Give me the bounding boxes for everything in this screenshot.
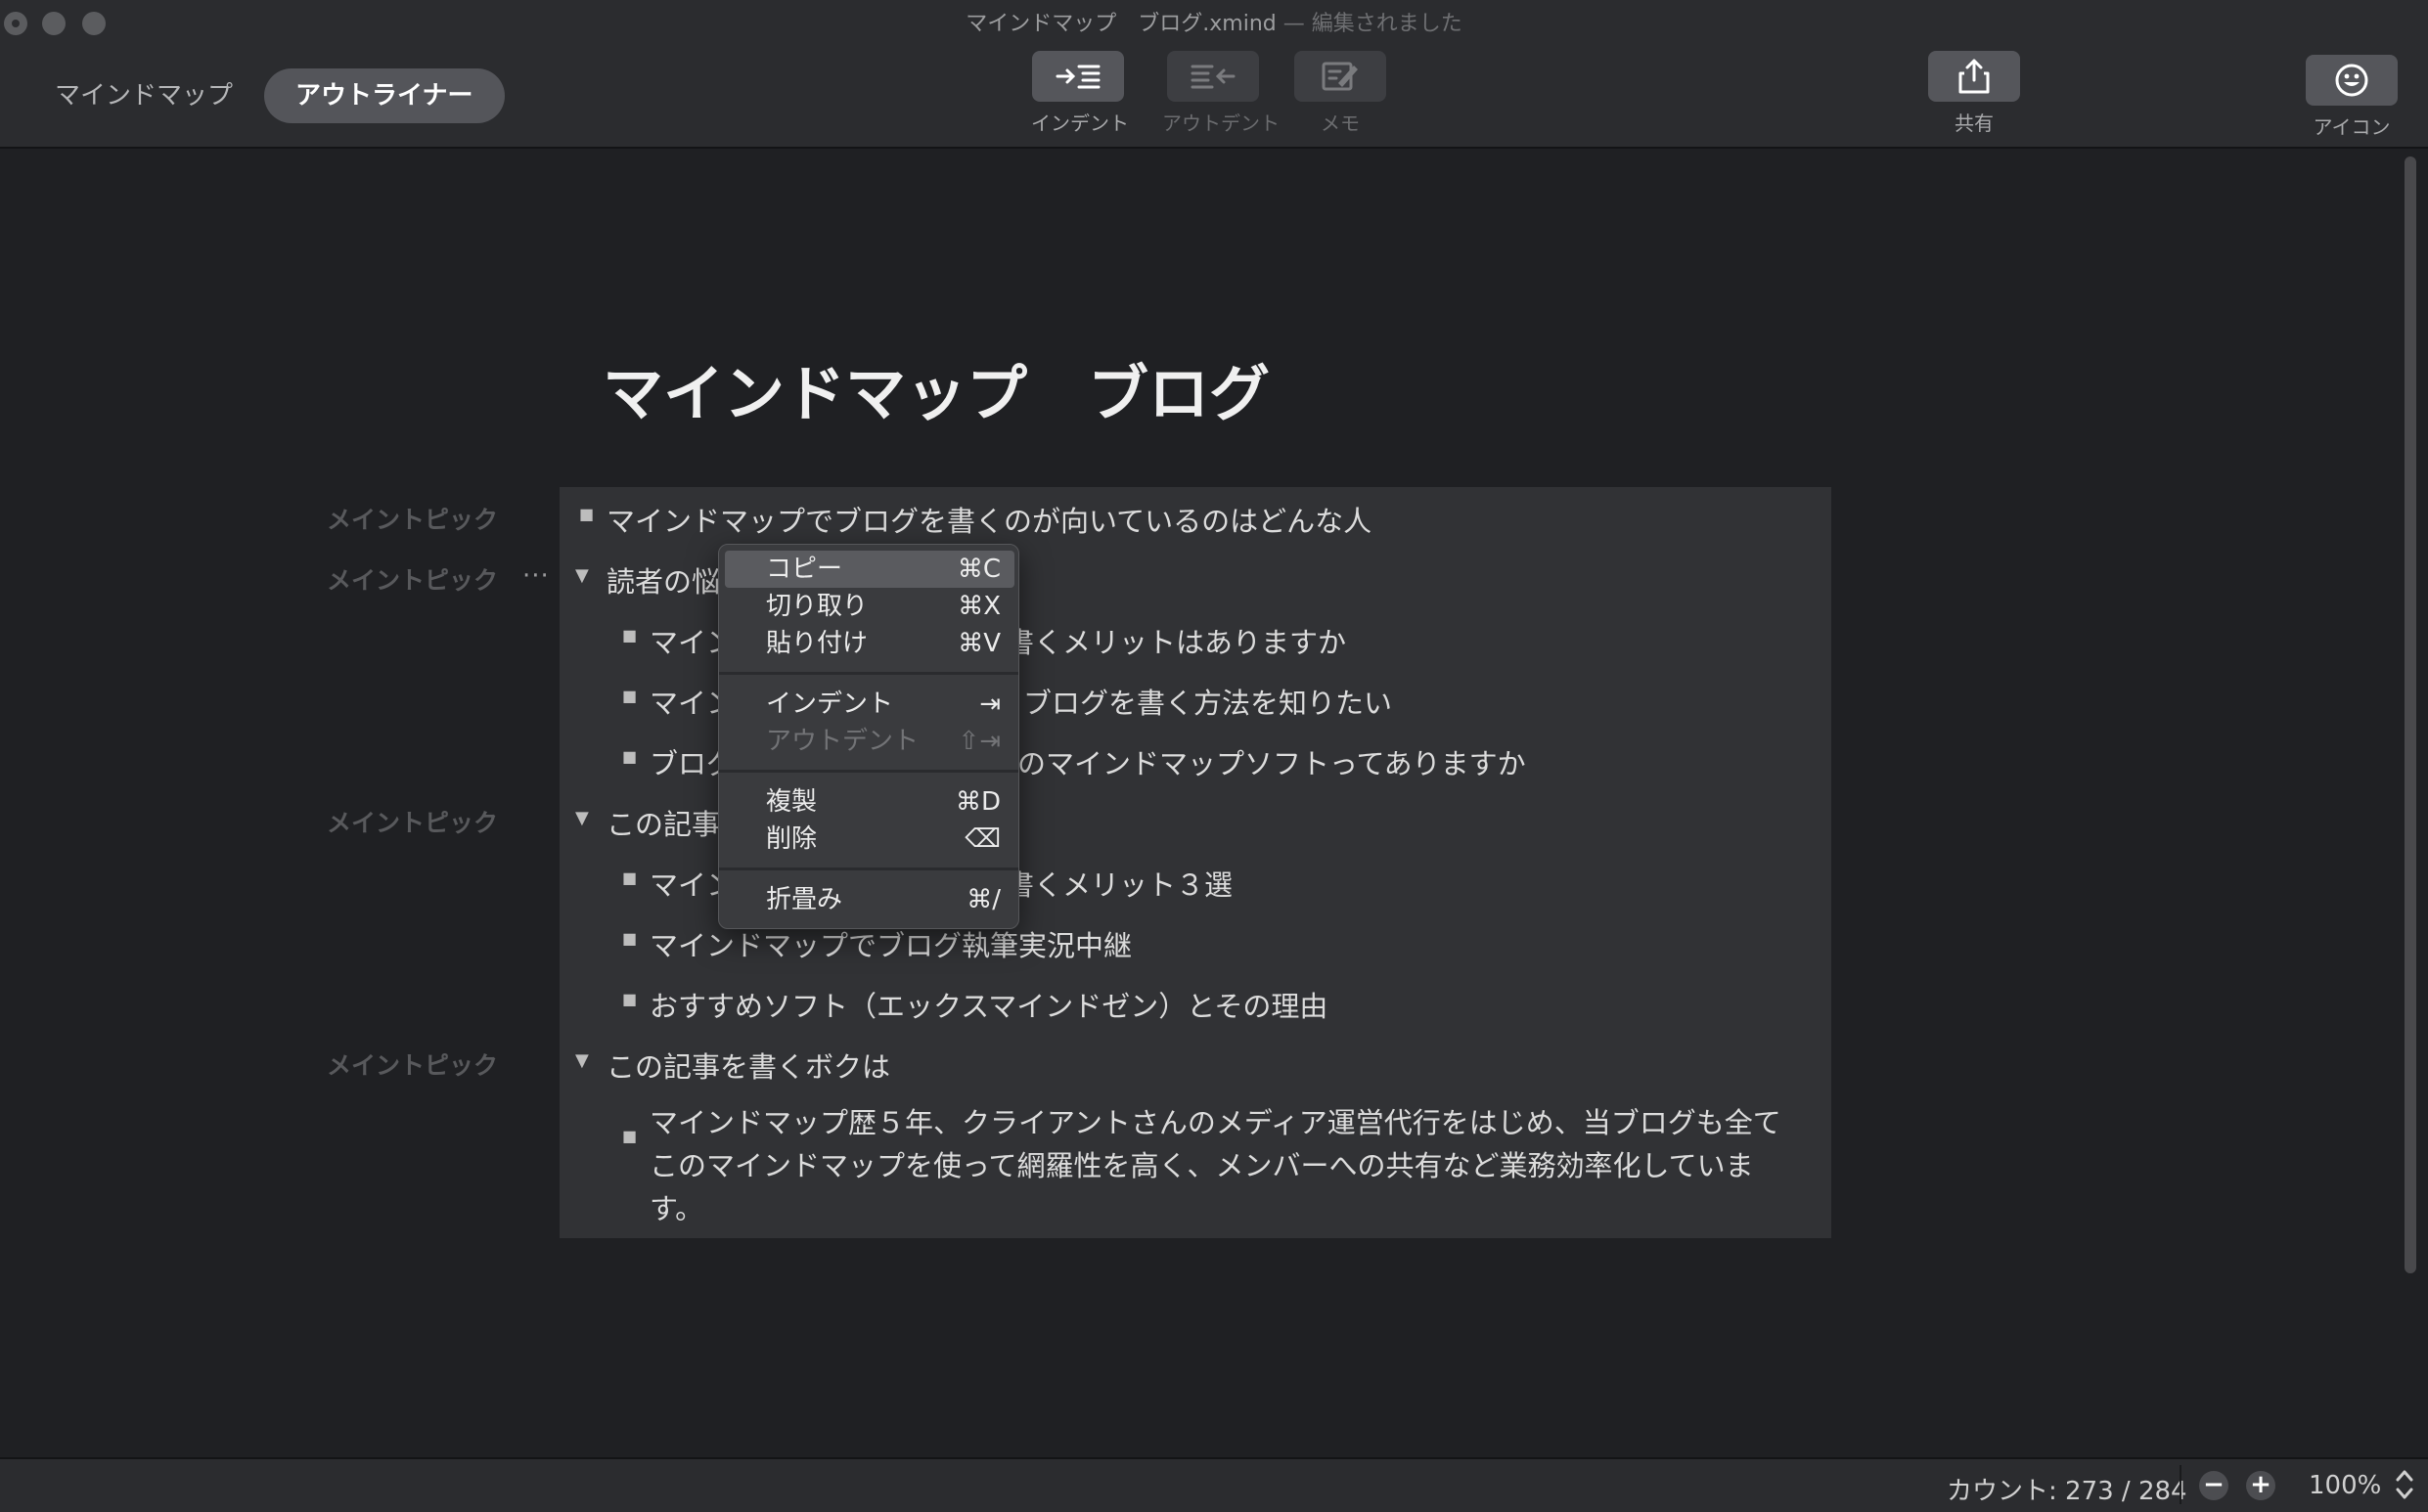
bullet-icon: ■ — [622, 929, 638, 948]
outdent-label: アウトデント — [1162, 111, 1280, 135]
menu-shortcut: ⌘X — [958, 592, 1001, 621]
row-text: おすすめソフト（エックスマインドゼン）とその理由 — [650, 990, 1328, 1023]
menu-item-label: 削除 — [766, 824, 818, 854]
file-name: マインドマップ ブログ.xmind — [966, 12, 1277, 36]
word-count: カウント: 273 / 284 — [1947, 1477, 2187, 1506]
document-title[interactable]: マインドマップ ブログ — [603, 344, 1270, 432]
menu-item-paste[interactable]: 貼り付け ⌘V — [725, 625, 1014, 662]
menu-item-indent[interactable]: インデント ⇥ — [725, 686, 1014, 723]
row-text: この記事 — [607, 808, 721, 841]
status-divider — [2180, 1465, 2181, 1504]
list-item[interactable]: ▼ この記事を書くボクは — [575, 1045, 891, 1086]
list-item[interactable]: ■ マインドマップでブログを書くのが向いているのはどんな人 — [579, 499, 1372, 540]
title-bar: マインドマップ ブログ.xmind — 編集されました マインドマップ アウトラ… — [0, 0, 2428, 149]
indent-label: インデント — [1031, 111, 1129, 135]
list-item[interactable]: ■ マインドマップ歴５年、クライアントさんのメディア運営代行をはじめ、当ブログも… — [622, 1101, 1784, 1230]
row-text: マインドマップでブログを書くのが向いているのはどんな人 — [607, 505, 1372, 538]
edit-status: — 編集されました — [1282, 12, 1462, 36]
collapse-triangle-icon[interactable]: ▼ — [575, 1050, 589, 1071]
menu-shortcut: ⇧⇥ — [958, 727, 1001, 756]
list-item[interactable]: ▼ 読者の悩 — [575, 559, 721, 600]
list-item[interactable]: ■ マインドマップでブログ執筆実況中継 — [622, 923, 1133, 964]
zoom-level: 100% — [2309, 1471, 2382, 1500]
list-item[interactable]: ▼ この記事 — [575, 802, 721, 843]
share-button[interactable]: 共有 — [1927, 51, 2021, 136]
menu-separator — [719, 672, 1018, 675]
bullet-icon: ■ — [622, 747, 638, 766]
topic-label: メイントピック — [327, 1051, 499, 1080]
row-text-visible-part: のマインドマップソフトってありますか — [1017, 747, 1526, 780]
collapse-triangle-icon[interactable]: ▼ — [575, 565, 589, 586]
menu-item-label: 切り取り — [766, 592, 869, 621]
row-text: マインドマップでブログ執筆実況中継 — [650, 929, 1133, 962]
row-text: 読者の悩 — [607, 565, 721, 599]
menu-item-outdent: アウトデント ⇧⇥ — [725, 723, 1014, 760]
context-menu: コピー ⌘C 切り取り ⌘X 貼り付け ⌘V インデント ⇥ アウトデント ⇧⇥… — [718, 544, 1019, 929]
menu-separator — [719, 770, 1018, 773]
menu-shortcut: ⌘V — [958, 629, 1001, 658]
smiley-icon — [2335, 64, 2368, 97]
menu-shortcut: ⌘D — [955, 787, 1001, 817]
outdent-icon — [1191, 65, 1236, 89]
share-label: 共有 — [1955, 111, 1994, 135]
menu-item-cut[interactable]: 切り取り ⌘X — [725, 588, 1014, 625]
indent-icon — [1056, 65, 1101, 89]
menu-shortcut: ⇥ — [979, 689, 1001, 719]
zoom-out-button[interactable]: − — [2199, 1471, 2228, 1500]
bullet-icon: ■ — [622, 868, 638, 887]
topic-label: メイントピック — [327, 506, 499, 534]
zoom-stepper-icon[interactable] — [2393, 1465, 2416, 1504]
bullet-icon: ■ — [622, 626, 638, 645]
topic-label: メイントピック — [327, 809, 499, 837]
indent-button[interactable]: インデント — [1031, 51, 1129, 136]
menu-item-label: 貼り付け — [766, 629, 869, 658]
row-text: マインドマップ歴５年、クライアントさんのメディア運営代行をはじめ、当ブログも全て… — [650, 1106, 1781, 1225]
collapse-triangle-icon[interactable]: ▼ — [575, 808, 589, 828]
row-text: この記事を書くボクは — [607, 1050, 891, 1084]
outdent-button[interactable]: アウトデント — [1162, 51, 1280, 136]
memo-label: メモ — [1321, 111, 1360, 135]
row-text-visible-part: ブログを書く方法を知りたい — [1023, 687, 1393, 720]
menu-shortcut: ⌘C — [957, 555, 1001, 584]
menu-item-label: コピー — [766, 555, 843, 584]
menu-item-duplicate[interactable]: 複製 ⌘D — [725, 783, 1014, 821]
memo-icon — [1322, 62, 1358, 91]
icon-button[interactable]: アイコン — [2305, 55, 2399, 140]
tab-mindmap[interactable]: マインドマップ — [29, 68, 258, 123]
zoom-in-button[interactable]: + — [2246, 1471, 2275, 1500]
share-icon — [1958, 59, 1990, 94]
menu-item-collapse[interactable]: 折畳み ⌘/ — [725, 881, 1014, 918]
bullet-icon: ■ — [622, 687, 638, 705]
bullet-icon: ■ — [622, 990, 638, 1008]
vertical-scrollbar[interactable] — [2405, 156, 2416, 1273]
menu-item-delete[interactable]: 削除 ⌫ — [725, 821, 1014, 858]
row-text-visible-part: 書くメリットはありますか — [1006, 626, 1347, 659]
menu-item-label: 折畳み — [766, 885, 843, 914]
bullet-icon: ■ — [622, 1127, 638, 1145]
row-text-visible-part: 書くメリット３選 — [1006, 868, 1234, 902]
view-switcher: マインドマップ アウトライナー — [29, 68, 505, 123]
tab-outliner[interactable]: アウトライナー — [264, 68, 505, 123]
window-title: マインドマップ ブログ.xmind — 編集されました — [0, 6, 2428, 37]
menu-shortcut: ⌘/ — [967, 885, 1001, 914]
menu-item-label: 複製 — [766, 787, 818, 817]
menu-item-copy[interactable]: コピー ⌘C — [725, 551, 1014, 588]
more-options-icon[interactable]: ··· — [522, 561, 550, 591]
topic-label: メイントピック — [327, 566, 499, 595]
memo-button[interactable]: メモ — [1293, 51, 1387, 136]
icon-label: アイコン — [2313, 115, 2391, 139]
menu-separator — [719, 867, 1018, 870]
menu-shortcut: ⌫ — [965, 824, 1001, 854]
menu-item-label: アウトデント — [766, 727, 920, 756]
bullet-icon: ■ — [579, 505, 595, 523]
menu-item-label: インデント — [766, 689, 894, 719]
list-item[interactable]: ■ おすすめソフト（エックスマインドゼン）とその理由 — [622, 984, 1328, 1025]
status-bar: カウント: 273 / 284 − + 100% — [0, 1457, 2428, 1512]
